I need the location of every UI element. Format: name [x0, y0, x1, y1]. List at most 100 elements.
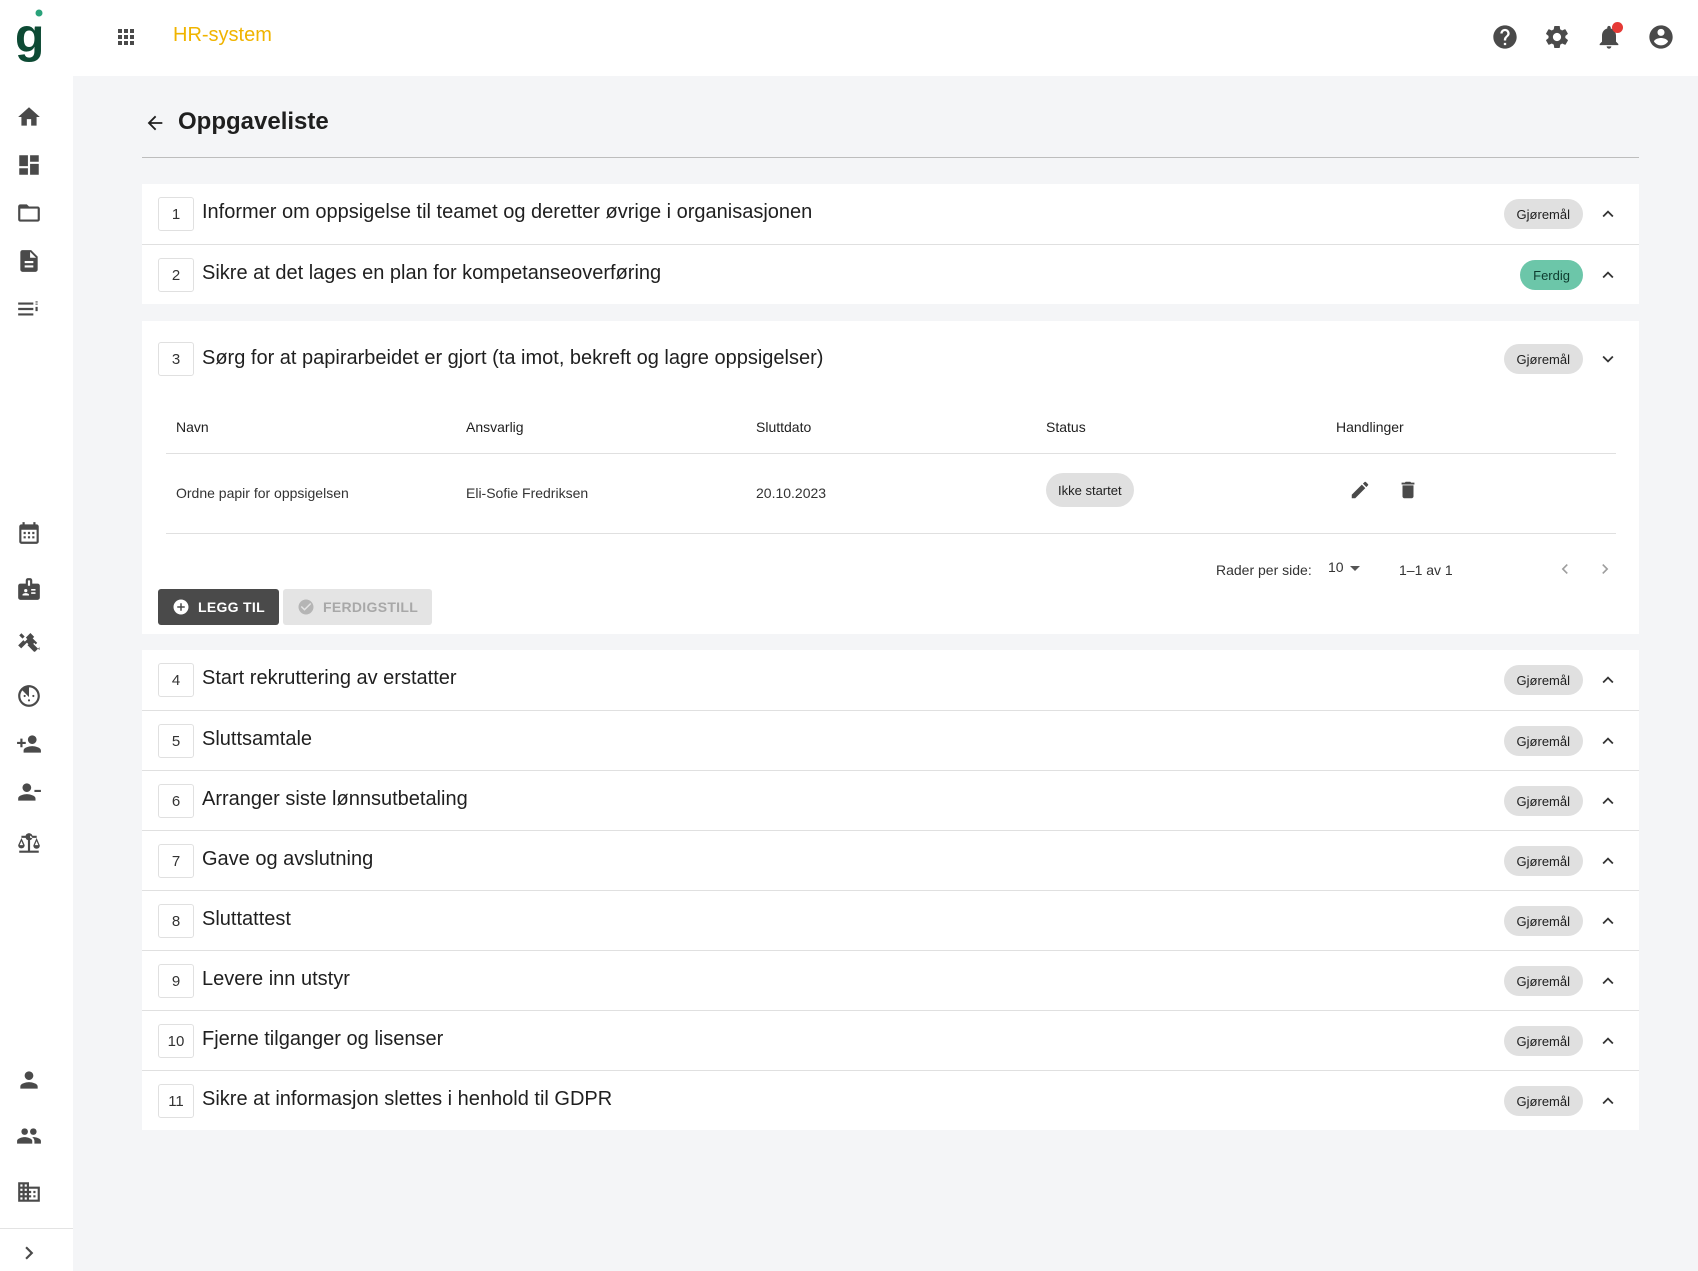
task-row[interactable]: 11 Sikre at informasjon slettes i henhol… — [142, 1070, 1639, 1130]
task-row[interactable]: 5 Sluttsamtale Gjøremål — [142, 710, 1639, 770]
chevron-up-icon[interactable] — [1595, 968, 1621, 994]
status-badge: Gjøremål — [1503, 344, 1583, 374]
chevron-down-icon[interactable] — [1595, 346, 1621, 372]
chevron-up-icon[interactable] — [1595, 848, 1621, 874]
add-circle-icon — [173, 599, 189, 615]
task-title: Informer om oppsigelse til teamet og der… — [202, 201, 813, 223]
task-number: 5 — [158, 724, 194, 758]
task-number: 9 — [158, 964, 194, 998]
document-icon[interactable] — [14, 246, 44, 276]
help-icon[interactable] — [1488, 20, 1522, 54]
rows-per-page-select[interactable]: 10 — [1328, 559, 1360, 575]
dashboard-icon[interactable] — [14, 150, 44, 180]
edit-pencil-icon[interactable] — [1347, 477, 1373, 503]
task-title: Levere inn utstyr — [202, 968, 350, 990]
notifications-bell-icon[interactable] — [1592, 20, 1626, 54]
previous-page-icon[interactable] — [1553, 557, 1577, 581]
group-icon[interactable] — [14, 1121, 44, 1151]
task-expanded-panel: 3 Sørg for at papirarbeidet er gjort (ta… — [142, 321, 1639, 634]
svg-text:g: g — [15, 10, 44, 63]
account-circle-icon[interactable] — [1644, 20, 1678, 54]
complete-button[interactable]: FERDIGSTILL — [283, 589, 433, 625]
task-row[interactable]: 8 Sluttattest Gjøremål — [142, 890, 1639, 950]
task-number: 4 — [158, 663, 194, 697]
chevron-up-icon[interactable] — [1595, 728, 1621, 754]
page-title: Oppgaveliste — [178, 108, 329, 135]
task-group-top: 1 Informer om oppsigelse til teamet og d… — [142, 184, 1639, 304]
task-row[interactable]: 9 Levere inn utstyr Gjøremål — [142, 950, 1639, 1010]
task-title: Sikre at det lages en plan for kompetans… — [202, 262, 662, 284]
task-number: 7 — [158, 844, 194, 878]
task-row[interactable]: 4 Start rekruttering av erstatter Gjørem… — [142, 650, 1639, 710]
scale-icon[interactable] — [14, 828, 44, 858]
delete-trash-icon[interactable] — [1395, 477, 1421, 503]
status-badge: Gjøremål — [1503, 1086, 1583, 1116]
task-title: Arranger siste lønnsutbetaling — [202, 788, 468, 810]
task-row[interactable]: 2 Sikre at det lages en plan for kompeta… — [142, 244, 1639, 304]
calendar-icon[interactable] — [14, 518, 44, 548]
status-badge: Gjøremål — [1503, 846, 1583, 876]
status-badge: Gjøremål — [1503, 906, 1583, 936]
task-row[interactable]: 10 Fjerne tilganger og lisenser Gjøremål — [142, 1010, 1639, 1070]
add-person-icon[interactable] — [14, 729, 44, 759]
task-number: 1 — [158, 197, 194, 231]
column-header-actions: Handlinger — [1336, 419, 1404, 435]
caret-down-icon — [1349, 565, 1360, 571]
task-row[interactable]: 3 Sørg for at papirarbeidet er gjort (ta… — [142, 321, 1639, 397]
home-icon[interactable] — [14, 102, 44, 132]
status-badge: Gjøremål — [1503, 726, 1583, 756]
task-row[interactable]: 1 Informer om oppsigelse til teamet og d… — [142, 184, 1639, 244]
chevron-up-icon[interactable] — [1595, 262, 1621, 288]
building-icon[interactable] — [14, 1177, 44, 1207]
task-row[interactable]: 7 Gave og avslutning Gjøremål — [142, 830, 1639, 890]
task-title: Sluttattest — [202, 908, 291, 930]
cell-name: Ordne papir for oppsigelsen — [176, 485, 349, 501]
task-title: Fjerne tilganger og lisenser — [202, 1028, 444, 1050]
timer-icon[interactable] — [14, 681, 44, 711]
task-title: Gave og avslutning — [202, 848, 374, 870]
person-icon[interactable] — [14, 1065, 44, 1095]
badge-icon[interactable] — [14, 574, 44, 604]
cell-due: 20.10.2023 — [756, 485, 827, 501]
task-number: 8 — [158, 904, 194, 938]
tools-icon[interactable] — [14, 628, 44, 658]
add-task-button[interactable]: LEGG TIL — [158, 589, 279, 625]
status-badge: Gjøremål — [1503, 199, 1583, 229]
remove-person-icon[interactable] — [14, 777, 44, 807]
status-badge: Gjøremål — [1503, 966, 1583, 996]
pagination-range: 1–1 av 1 — [1399, 562, 1453, 578]
app-title[interactable]: HR-system — [173, 24, 272, 47]
row-divider — [166, 533, 1616, 534]
next-page-icon[interactable] — [1593, 557, 1617, 581]
settings-gear-icon[interactable] — [1540, 20, 1574, 54]
task-title: Sluttsamtale — [202, 728, 313, 750]
chevron-up-icon[interactable] — [1595, 1028, 1621, 1054]
chevron-up-icon[interactable] — [1595, 667, 1621, 693]
chevron-up-icon[interactable] — [1595, 201, 1621, 227]
complete-button-label: FERDIGSTILL — [323, 599, 419, 615]
task-title: Sikre at informasjon slettes i henhold t… — [202, 1088, 613, 1110]
rows-per-page-label: Rader per side: — [1216, 562, 1312, 578]
task-title: Sørg for at papirarbeidet er gjort (ta i… — [202, 347, 824, 369]
back-arrow-icon[interactable] — [142, 110, 168, 136]
app-logo[interactable]: g — [12, 6, 60, 66]
page-header: Oppgaveliste — [142, 102, 1639, 158]
task-number: 3 — [158, 342, 194, 376]
expand-sidebar-icon[interactable] — [14, 1238, 44, 1268]
task-number: 2 — [158, 258, 194, 292]
check-circle-icon — [298, 599, 314, 615]
column-header-owner: Ansvarlig — [466, 419, 524, 435]
column-header-due: Sluttdato — [756, 419, 812, 435]
chevron-up-icon[interactable] — [1595, 908, 1621, 934]
folder-icon[interactable] — [14, 198, 44, 228]
task-row[interactable]: 6 Arranger siste lønnsutbetaling Gjøremå… — [142, 770, 1639, 830]
header-divider — [166, 453, 1616, 454]
cell-owner: Eli-Sofie Fredriksen — [466, 485, 589, 501]
chevron-up-icon[interactable] — [1595, 1088, 1621, 1114]
status-badge: Gjøremål — [1503, 665, 1583, 695]
chevron-up-icon[interactable] — [1595, 788, 1621, 814]
add-button-label: LEGG TIL — [198, 599, 265, 615]
apps-grid-icon[interactable] — [111, 22, 141, 52]
numbered-list-icon[interactable] — [14, 294, 44, 324]
cell-status-badge: Ikke startet — [1046, 473, 1134, 507]
